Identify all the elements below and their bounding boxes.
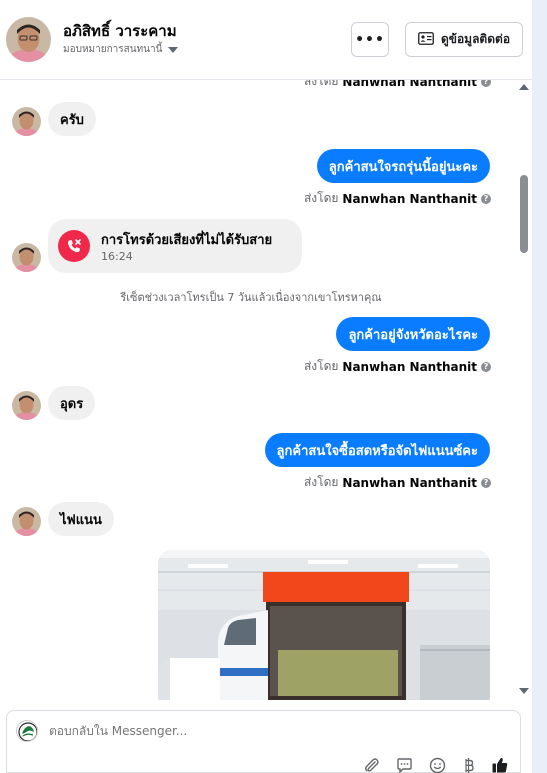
sent-by-name: Nanwhan Nanthanit [342, 359, 477, 374]
view-contact-button[interactable]: ดูข้อมูลติดต่อ [405, 22, 523, 57]
system-notice: รีเซ็ตช่วงเวลาโทรเป็น 7 วันแล้วเนื่องจาก… [120, 291, 382, 304]
missed-call-time: 16:24 [101, 250, 133, 263]
info-icon[interactable]: ? [481, 193, 491, 204]
scroll-down-arrow[interactable] [519, 688, 529, 694]
contact-name: อภิสิทธิ์ วาระคาม [63, 22, 177, 40]
outgoing-message: ลูกค้าสนใจรถรุ่นนี้อยู่นะคะ [316, 149, 490, 183]
assign-conversation[interactable]: มอบหมายการสนทนานี้ [63, 42, 179, 57]
assign-label: มอบหมายการสนทนานี้ [63, 44, 163, 55]
incoming-message: ไฟแนน [48, 502, 114, 536]
paperclip-icon[interactable] [362, 756, 380, 773]
sent-by-line: ส่งโดย Nanwhan Nanthanit ? [304, 189, 491, 208]
sent-by-prefix: ส่งโดย [303, 191, 339, 205]
more-options-button[interactable]: ••• [351, 22, 389, 57]
view-contact-label: ดูข้อมูลติดต่อ [440, 32, 511, 46]
missed-call-card[interactable]: การโทรด้วยเสียงที่ไม่ได้รับสาย 16:24 [48, 219, 302, 273]
truck-photo[interactable] [158, 550, 490, 700]
incoming-message: อุดร [48, 386, 96, 420]
contact-avatar-small [12, 243, 41, 272]
sent-by-line: ส่งโดย Nanwhan Nanthanit ? [304, 473, 491, 492]
info-icon[interactable]: ? [481, 80, 491, 87]
message-list[interactable]: ส่งโดย Nanwhan Nanthanit ? ครับ ลูกค้าสน… [0, 80, 532, 700]
chevron-down-icon [168, 46, 179, 53]
contact-avatar[interactable] [6, 17, 51, 62]
contact-avatar-small [12, 107, 41, 136]
scroll-up-arrow[interactable] [519, 84, 529, 90]
incoming-message: ครับ [48, 102, 96, 136]
scrollbar-thumb[interactable] [520, 175, 528, 253]
chat-bubble-icon[interactable] [395, 756, 413, 773]
sent-by-name: Nanwhan Nanthanit [342, 475, 477, 490]
contact-avatar-small [12, 391, 41, 420]
reply-input[interactable] [49, 724, 449, 738]
side-stripe [532, 0, 547, 773]
missed-call-icon [58, 230, 90, 262]
page-logo-icon [16, 720, 38, 742]
sent-by-prefix: ส่งโดย [303, 80, 339, 88]
thumbs-up-icon[interactable] [491, 756, 509, 773]
sent-by-line: ส่งโดย Nanwhan Nanthanit ? [304, 80, 491, 91]
sent-by-name: Nanwhan Nanthanit [342, 80, 477, 89]
sent-by-prefix: ส่งโดย [303, 475, 339, 489]
contact-card-icon [418, 31, 434, 48]
missed-call-title: การโทรด้วยเสียงที่ไม่ได้รับสาย [101, 233, 273, 248]
reply-composer [6, 710, 521, 773]
outgoing-message: ลูกค้าสนใจซื้อสดหรือจัดไฟแนนซ์คะ [264, 433, 490, 467]
sent-by-name: Nanwhan Nanthanit [342, 191, 477, 206]
baht-icon[interactable] [459, 756, 477, 773]
smiley-icon[interactable] [428, 756, 446, 773]
outgoing-message: ลูกค้าอยู่จังหวัดอะไรคะ [336, 317, 490, 351]
sent-by-line: ส่งโดย Nanwhan Nanthanit ? [304, 357, 491, 376]
sent-by-prefix: ส่งโดย [303, 359, 339, 373]
info-icon[interactable]: ? [481, 361, 491, 372]
contact-avatar-small [12, 507, 41, 536]
conversation-header: อภิสิทธิ์ วาระคาม มอบหมายการสนทนานี้ •••… [0, 0, 532, 80]
info-icon[interactable]: ? [481, 477, 491, 488]
